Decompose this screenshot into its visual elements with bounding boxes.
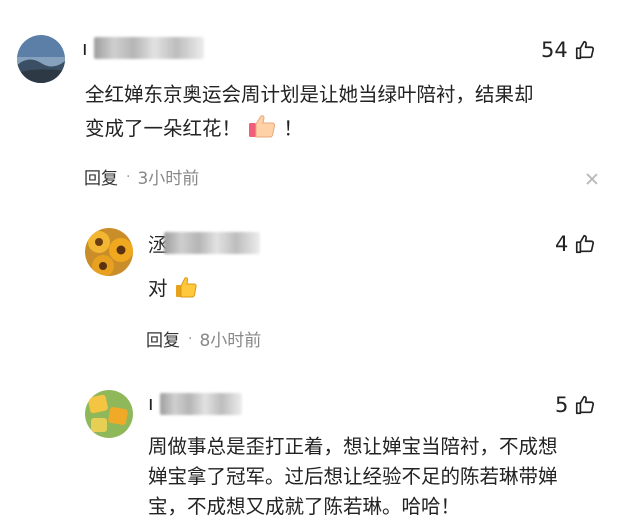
username-blurred <box>164 232 260 254</box>
comment-line: 宝，不成想又成就了陈若琳。哈哈！ <box>148 495 461 518</box>
avatar-image <box>85 390 133 438</box>
like-button[interactable]: 5 <box>555 393 596 417</box>
like-count: 5 <box>555 393 569 417</box>
avatar-image <box>85 228 133 276</box>
timestamp: 3小时前 <box>137 169 200 189</box>
reply-button[interactable]: 回复 <box>84 164 118 189</box>
like-count: 4 <box>555 232 569 256</box>
like-button[interactable]: 4 <box>555 232 596 256</box>
separator: · <box>126 168 131 185</box>
comment-line: 婵宝拿了冠军。过后想让经验不足的陈若琳带婵 <box>148 465 558 488</box>
thumbs-up-emoji <box>249 115 276 138</box>
comment-meta: 回复 · 8小时前 <box>146 326 262 352</box>
thumbs-up-outline-icon <box>576 395 595 415</box>
thumbs-up-emoji <box>175 277 197 298</box>
comment-text: 全红婵东京奥运会周计划是让她当绿叶陪衬，结果却 变成了一朵红花！ ！ <box>85 78 534 146</box>
like-count: 54 <box>541 38 568 62</box>
reply-button[interactable]: 回复 <box>146 326 180 351</box>
comment-line: 变成了一朵红花！ ！ <box>85 112 534 146</box>
like-button[interactable]: 54 <box>541 38 596 62</box>
avatar-image <box>17 35 65 83</box>
close-icon[interactable] <box>586 173 598 185</box>
username-fragment: ı <box>82 36 88 60</box>
avatar[interactable] <box>17 35 65 83</box>
timestamp: 8小时前 <box>199 331 262 351</box>
comment-line: 全红婵东京奥运会周计划是让她当绿叶陪衬，结果却 <box>85 83 534 106</box>
comment-text: 周做事总是歪打正着，想让婵宝当陪衬，不成想 婵宝拿了冠军。过后想让经验不足的陈若… <box>148 432 558 522</box>
comment-line: 对 <box>148 277 168 300</box>
comment-line: 周做事总是歪打正着，想让婵宝当陪衬，不成想 <box>148 435 558 458</box>
avatar[interactable] <box>85 228 133 276</box>
avatar[interactable] <box>85 390 133 438</box>
comment-line-part: 变成了一朵红花！ <box>85 117 242 140</box>
username-fragment: ı <box>148 391 154 415</box>
thumbs-up-outline-icon <box>575 40 594 60</box>
comment-meta: 回复 · 3小时前 <box>84 164 200 190</box>
thumbs-up-outline-icon <box>576 234 595 254</box>
separator: · <box>188 330 193 347</box>
comment-text: 对 <box>148 272 198 306</box>
username-blurred <box>160 393 242 415</box>
comment-line-part: ！ <box>283 117 303 140</box>
username-blurred <box>94 37 204 59</box>
